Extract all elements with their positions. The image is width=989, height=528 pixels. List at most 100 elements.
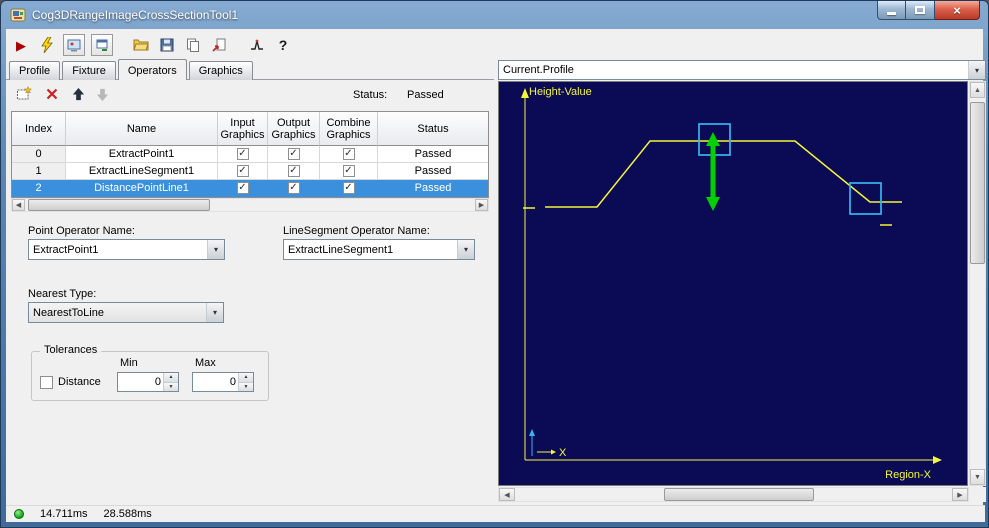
tab-fixture[interactable]: Fixture xyxy=(62,61,116,80)
distance-checkbox[interactable] xyxy=(40,376,53,389)
cell-status: Passed xyxy=(378,163,488,180)
col-header-input-graphics[interactable]: Input Graphics xyxy=(218,112,268,146)
spin-down-icon[interactable]: ▼ xyxy=(239,382,253,391)
add-operator-button[interactable] xyxy=(15,85,33,103)
check-icon: ✓ xyxy=(289,147,298,159)
checkbox[interactable]: ✓ xyxy=(236,164,249,177)
move-down-button[interactable] xyxy=(93,85,111,103)
col-header-status[interactable]: Status xyxy=(378,112,488,146)
scroll-right-arrow[interactable]: ▶ xyxy=(952,488,968,501)
profile-display[interactable]: Height-Value Region-X X xyxy=(498,81,968,486)
minimize-button[interactable] xyxy=(877,1,906,20)
dropdown-arrow-icon[interactable]: ▾ xyxy=(968,61,985,79)
run-button[interactable]: ▶ xyxy=(11,35,31,55)
dropdown-arrow-icon[interactable]: ▾ xyxy=(206,303,223,322)
checkbox[interactable]: ✓ xyxy=(236,148,249,160)
scroll-left-arrow[interactable]: ◀ xyxy=(499,488,515,501)
run-params-button[interactable] xyxy=(37,35,57,55)
origin-x-arrowhead xyxy=(551,449,556,455)
linesegment-operator-combobox[interactable]: ExtractLineSegment1 ▾ xyxy=(283,239,475,260)
spin-down-icon[interactable]: ▼ xyxy=(164,382,178,391)
tab-strip: Profile Fixture Operators Graphics xyxy=(9,59,255,80)
dropdown-arrow-icon[interactable]: ▾ xyxy=(457,240,474,259)
status-ok-icon xyxy=(14,509,24,519)
profile-vscrollbar[interactable]: ▲ ▼ xyxy=(969,81,986,486)
float-window-button[interactable] xyxy=(91,34,113,56)
checkbox[interactable]: ✓ xyxy=(236,182,249,194)
floppy-icon xyxy=(160,38,174,52)
checkbox[interactable]: ✓ xyxy=(287,147,300,160)
paste-button[interactable] xyxy=(209,35,229,55)
cell-status: Passed xyxy=(378,180,488,197)
help-button[interactable]: ? xyxy=(273,35,293,55)
point-operator-label: Point Operator Name: xyxy=(28,225,135,237)
copy-button[interactable] xyxy=(183,35,203,55)
scroll-thumb[interactable] xyxy=(664,488,814,501)
linesegment-operator-label: LineSegment Operator Name: xyxy=(283,225,430,237)
dropdown-arrow-icon[interactable]: ▾ xyxy=(207,240,224,259)
check-icon: ✓ xyxy=(238,164,247,176)
tab-profile[interactable]: Profile xyxy=(9,61,61,80)
scroll-thumb[interactable] xyxy=(970,102,985,264)
tolerances-groupbox: Tolerances Min Max Distance 0 ▲ ▼ 0 ▲ ▼ xyxy=(31,344,269,401)
spin-up-icon[interactable]: ▲ xyxy=(164,373,178,383)
new-item-icon xyxy=(17,86,32,100)
app-window: Cog3DRangeImageCrossSectionTool1 × ▶ ? P… xyxy=(0,0,989,528)
max-spinner[interactable]: 0 ▲ ▼ xyxy=(192,372,254,392)
checkbox[interactable]: ✓ xyxy=(342,165,355,177)
min-value[interactable]: 0 xyxy=(118,373,163,391)
show-image-button[interactable] xyxy=(63,34,85,56)
arrow-up-icon xyxy=(72,87,84,100)
window-controls: × xyxy=(877,1,980,20)
open-button[interactable] xyxy=(131,35,151,55)
move-up-button[interactable] xyxy=(69,85,87,103)
scroll-right-arrow[interactable]: ▶ xyxy=(475,199,488,211)
tab-graphics[interactable]: Graphics xyxy=(188,61,253,80)
maximize-button[interactable] xyxy=(906,1,935,20)
monitor-icon xyxy=(67,39,81,52)
expression-button[interactable] xyxy=(247,35,267,55)
checkbox[interactable]: ✓ xyxy=(342,148,355,160)
col-header-index[interactable]: Index xyxy=(12,112,66,146)
distance-arrowhead-bottom xyxy=(706,197,720,211)
table-row[interactable]: 1 ExtractLineSegment1 ✓ ✓ ✓ Passed xyxy=(12,163,488,180)
arrow-down-icon xyxy=(96,88,108,101)
checkbox[interactable]: ✓ xyxy=(342,182,355,194)
table-hscrollbar[interactable]: ◀ ▶ xyxy=(11,198,489,212)
scroll-up-arrow[interactable]: ▲ xyxy=(970,82,985,98)
col-header-output-graphics[interactable]: Output Graphics xyxy=(268,112,320,146)
cell-index: 2 xyxy=(12,180,66,197)
min-spinner[interactable]: 0 ▲ ▼ xyxy=(117,372,179,392)
checkbox[interactable]: ✓ xyxy=(287,181,300,194)
distance-arrowhead-top xyxy=(706,132,720,146)
spin-buttons: ▲ ▼ xyxy=(238,373,253,391)
delete-operator-button[interactable] xyxy=(43,85,61,103)
signal-icon xyxy=(251,39,263,50)
max-value[interactable]: 0 xyxy=(193,373,238,391)
save-button[interactable] xyxy=(157,35,177,55)
profile-hscrollbar[interactable]: ◀ ▶ xyxy=(498,487,969,502)
max-label: Max xyxy=(195,357,216,369)
scroll-left-arrow[interactable]: ◀ xyxy=(12,199,25,211)
cell-combine-graphics: ✓ xyxy=(320,146,378,163)
checkbox[interactable]: ✓ xyxy=(287,165,300,177)
col-header-combine-graphics[interactable]: Combine Graphics xyxy=(320,112,378,146)
title-bar[interactable]: Cog3DRangeImageCrossSectionTool1 × xyxy=(1,1,988,29)
status-value: Passed xyxy=(407,89,444,101)
spin-up-icon[interactable]: ▲ xyxy=(239,373,253,383)
col-header-name[interactable]: Name xyxy=(66,112,218,146)
table-row-selected[interactable]: 2 DistancePointLine1 ✓ ✓ ✓ Passed xyxy=(12,180,488,197)
check-icon: ✓ xyxy=(289,181,298,193)
point-operator-combobox[interactable]: ExtractPoint1 ▾ xyxy=(28,239,225,260)
scroll-down-arrow[interactable]: ▼ xyxy=(970,469,985,485)
tolerances-title: Tolerances xyxy=(40,344,102,356)
tab-operators[interactable]: Operators xyxy=(117,59,187,80)
nearest-type-value: NearestToLine xyxy=(33,306,104,319)
profile-selector-combobox[interactable]: Current.Profile ▾ xyxy=(498,60,986,80)
nearest-type-combobox[interactable]: NearestToLine ▾ xyxy=(28,302,224,323)
profile-selector-value: Current.Profile xyxy=(503,64,574,76)
close-button[interactable]: × xyxy=(935,1,980,20)
cell-input-graphics: ✓ xyxy=(218,146,268,163)
scroll-thumb[interactable] xyxy=(28,199,210,211)
table-row[interactable]: 0 ExtractPoint1 ✓ ✓ ✓ Passed xyxy=(12,146,488,163)
